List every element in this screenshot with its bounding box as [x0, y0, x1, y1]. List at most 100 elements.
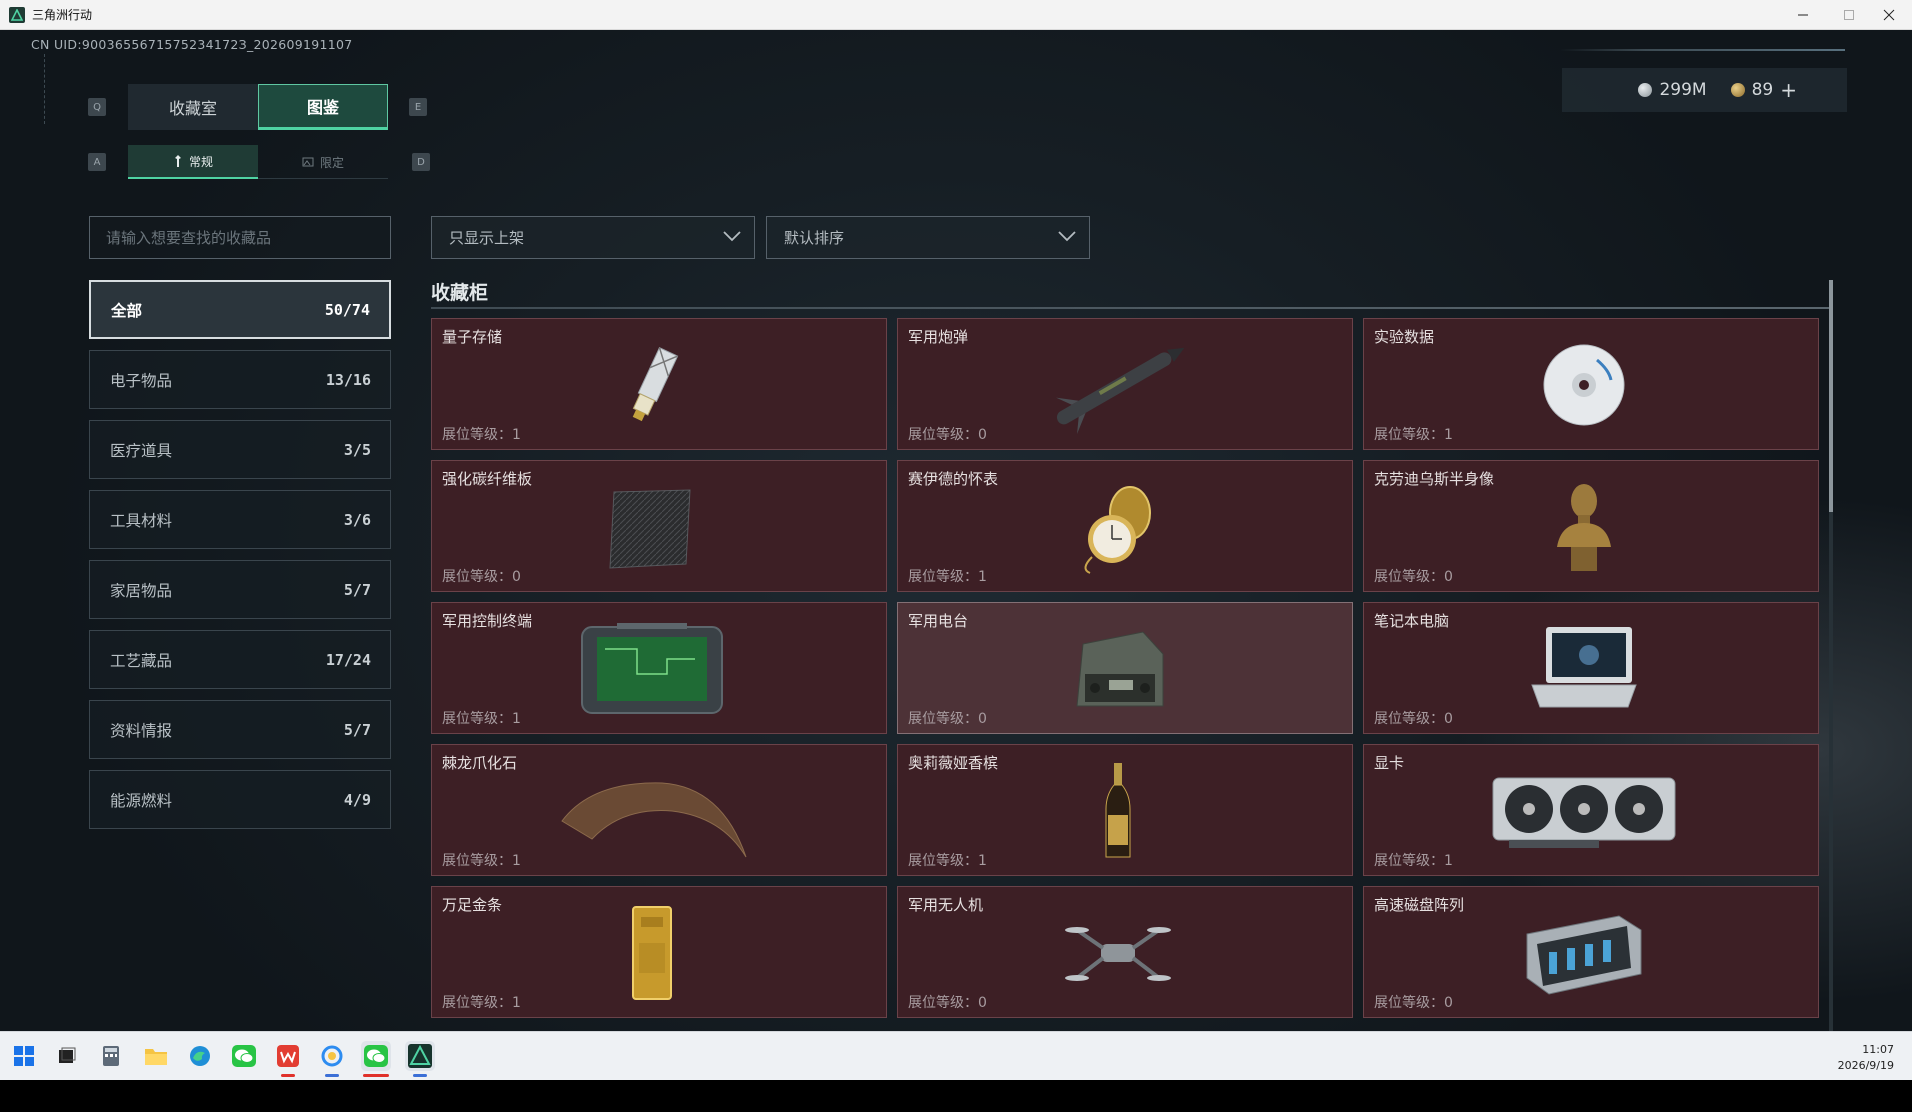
item-level: 展位等级：0 — [1374, 569, 1453, 585]
delta-force-icon[interactable] — [405, 1041, 435, 1077]
item-card[interactable]: 赛伊德的怀表 展位等级：1 — [897, 460, 1353, 592]
sort-dropdown[interactable]: 默认排序 — [766, 216, 1090, 259]
item-card[interactable]: 强化碳纤维板 展位等级：0 — [431, 460, 887, 592]
category-label: 全部 — [111, 301, 143, 320]
category-count: 17/24 — [325, 650, 371, 669]
close-button[interactable] — [1866, 0, 1912, 30]
wechat-icon[interactable] — [229, 1041, 259, 1071]
item-card[interactable]: 实验数据 展位等级：1 — [1363, 318, 1819, 450]
running-indicator — [325, 1074, 339, 1077]
limited-icon — [302, 157, 314, 167]
search-input[interactable]: 请输入想要查找的收藏品 — [89, 216, 391, 259]
item-level: 展位等级：0 — [908, 711, 987, 727]
scrollbar-thumb[interactable] — [1829, 280, 1833, 512]
hud-decoration — [44, 54, 50, 124]
item-level: 展位等级：0 — [1374, 711, 1453, 727]
item-card[interactable]: 量子存储 展位等级：1 — [431, 318, 887, 450]
category-crafts[interactable]: 工艺藏品 17/24 — [89, 630, 391, 689]
item-card[interactable]: 军用炮弹 展位等级：0 — [897, 318, 1353, 450]
category-energy[interactable]: 能源燃料 4/9 — [89, 770, 391, 829]
item-card[interactable]: 军用无人机 展位等级：0 — [897, 886, 1353, 1018]
item-card[interactable]: 笔记本电脑 展位等级：0 — [1363, 602, 1819, 734]
category-medical[interactable]: 医疗道具 3/5 — [89, 420, 391, 479]
tab-catalog[interactable]: 图鉴 — [258, 84, 388, 130]
category-label: 资料情报 — [110, 721, 173, 740]
tab-regular[interactable]: 常规 — [128, 145, 258, 179]
category-count: 5/7 — [343, 720, 371, 739]
qq-browser-icon[interactable] — [317, 1041, 347, 1077]
uid-label: CN UID:9003655671575234172З_202609191107 — [31, 37, 353, 52]
category-all[interactable]: 全部 50/74 — [89, 280, 391, 339]
category-count: 5/7 — [343, 580, 371, 599]
section-title: 收藏柜 — [431, 282, 489, 304]
app-window: 三角洲行动 CN UID:9003655671575234172З_202609… — [0, 0, 1912, 1112]
regular-icon — [174, 155, 181, 167]
item-card[interactable]: 万足金条 展位等级：1 — [431, 886, 887, 1018]
tab-collection-room[interactable]: 收藏室 — [128, 84, 258, 130]
item-card[interactable]: 军用电台 展位等级：0 — [897, 602, 1353, 734]
screen-bottom — [0, 1080, 1912, 1112]
item-level: 展位等级：1 — [1374, 853, 1453, 869]
gold-currency: 89 + — [1730, 78, 1797, 102]
champagne-icon — [1018, 759, 1218, 863]
chevron-down-icon — [1058, 231, 1076, 242]
category-electronics[interactable]: 电子物品 13/16 — [89, 350, 391, 409]
silver-coin-icon — [1638, 83, 1653, 97]
clock-time: 11:07 — [1862, 1043, 1894, 1056]
task-view-icon[interactable] — [52, 1041, 82, 1071]
category-label: 工艺藏品 — [110, 651, 173, 670]
item-level: 展位等级：1 — [442, 853, 521, 869]
radio-icon — [1018, 617, 1218, 721]
missile-icon — [1018, 333, 1218, 437]
category-count: 13/16 — [325, 370, 371, 389]
item-name: 笔记本电脑 — [1374, 612, 1450, 630]
main-tabs: 收藏室 图鉴 — [128, 84, 388, 130]
minimize-button[interactable] — [1780, 0, 1826, 30]
item-name: 奥莉薇娅香槟 — [908, 754, 999, 772]
item-level: 展位等级：0 — [1374, 995, 1453, 1011]
running-indicator — [363, 1074, 389, 1077]
category-label: 家居物品 — [110, 581, 173, 600]
wechat-active-icon[interactable] — [361, 1041, 391, 1077]
category-household[interactable]: 家居物品 5/7 — [89, 560, 391, 619]
pocket-watch-icon — [1018, 475, 1218, 579]
item-name: 实验数据 — [1374, 328, 1435, 346]
calculator-icon[interactable] — [96, 1041, 126, 1071]
hud-divider — [1560, 49, 1845, 51]
category-tools[interactable]: 工具材料 3/6 — [89, 490, 391, 549]
system-clock[interactable]: 11:07 2026/9/19 — [1838, 1042, 1894, 1074]
category-label: 医疗道具 — [110, 441, 173, 460]
laptop-icon — [1484, 617, 1684, 721]
silver-currency: 299M — [1638, 80, 1707, 100]
display-filter-dropdown[interactable]: 只显示上架 — [431, 216, 755, 259]
sort-value: 默认排序 — [784, 229, 845, 247]
wps-icon[interactable] — [273, 1041, 303, 1077]
add-currency-button[interactable]: + — [1780, 78, 1797, 102]
item-card[interactable]: 克劳迪乌斯半身像 展位等级：0 — [1363, 460, 1819, 592]
collection-grid: 量子存储 展位等级：1 军用炮弹 展位等级：0 实验数据 展位等级：1 强化碳纤… — [431, 318, 1819, 1031]
item-card[interactable]: 显卡 展位等级：1 — [1363, 744, 1819, 876]
app-logo-icon — [9, 7, 25, 23]
gold-bar-icon — [552, 901, 752, 1005]
edge-icon[interactable] — [185, 1041, 215, 1071]
section-divider — [431, 307, 1833, 309]
scrollbar[interactable] — [1829, 280, 1833, 1031]
category-label: 工具材料 — [110, 511, 173, 530]
item-card[interactable]: 军用控制终端 展位等级：1 — [431, 602, 887, 734]
sub-tabs: 常规 限定 — [128, 145, 388, 179]
claw-fossil-icon — [552, 759, 752, 863]
category-intel[interactable]: 资料情报 5/7 — [89, 700, 391, 759]
file-explorer-icon[interactable] — [141, 1041, 171, 1071]
tab-limited[interactable]: 限定 — [258, 145, 388, 179]
category-label: 电子物品 — [110, 371, 173, 390]
item-name: 军用控制终端 — [442, 612, 533, 630]
item-card[interactable]: 棘龙爪化石 展位等级：1 — [431, 744, 887, 876]
item-name: 棘龙爪化石 — [442, 754, 518, 772]
start-icon[interactable] — [9, 1041, 39, 1071]
item-card[interactable]: 高速磁盘阵列 展位等级：0 — [1363, 886, 1819, 1018]
item-card[interactable]: 奥莉薇娅香槟 展位等级：1 — [897, 744, 1353, 876]
item-level: 展位等级：0 — [442, 569, 521, 585]
key-hint-q: Q — [88, 98, 106, 116]
display-filter-value: 只显示上架 — [449, 229, 525, 247]
tab-limited-label: 限定 — [319, 155, 344, 170]
